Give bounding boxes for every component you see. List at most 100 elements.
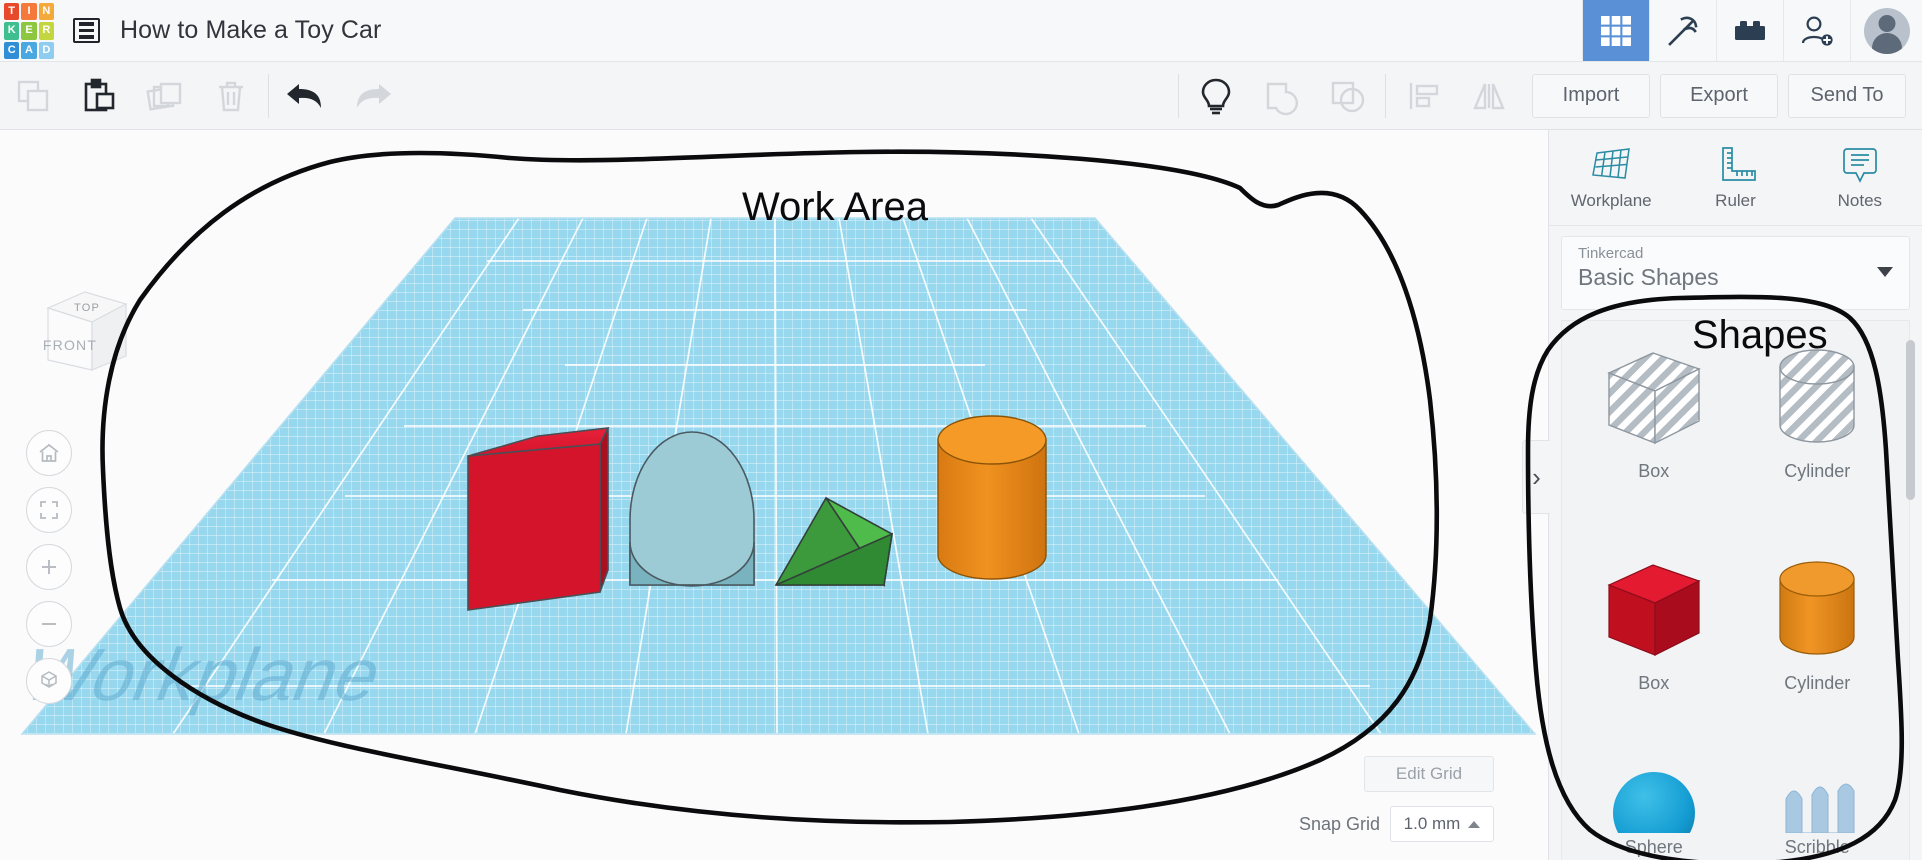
shape-label: Box [1638,461,1670,481]
fit-view-icon [40,501,58,519]
tinkercad-app: TINKERCAD How to Make a Toy Car Import E… [0,0,1922,860]
scribble-thumbnail [1785,783,1855,833]
cylinder-solid-thumbnail [1779,561,1855,655]
shape-label: Sphere [1624,837,1683,857]
shape-label: Box [1638,673,1670,693]
redo-icon[interactable] [339,62,405,130]
snap-grid-value: 1.0 mm [1403,814,1461,833]
ruler-tool[interactable]: Ruler [1673,144,1797,211]
ruler-icon [1722,147,1757,181]
align-glyph [1409,82,1439,109]
orange-cylinder [937,415,1047,580]
main-toolbar: Import Export Send To [0,62,1922,130]
lightbulb-icon[interactable] [1183,62,1249,130]
avatar-image [1863,7,1910,54]
top-bar: TINKERCAD How to Make a Toy Car [0,0,1922,62]
pickaxe-icon[interactable] [1649,0,1716,61]
view-cube-front-label: FRONT [43,337,97,353]
shape-scribble[interactable]: Scribble [1736,763,1900,860]
viewport-nav-buttons [26,430,72,704]
shape-library-selector[interactable]: Tinkercad Basic Shapes [1561,236,1910,310]
ungroup-icon[interactable] [1315,62,1381,130]
logo-tile-i: I [21,3,37,21]
notes-tool-label: Notes [1837,191,1883,210]
plus-icon [42,560,56,574]
brick-icon[interactable] [1716,0,1783,61]
grid-view-glyph [1601,15,1631,46]
duplicate-icon[interactable] [132,62,198,130]
logo-tile-d: D [38,41,54,59]
shape-sphere-solid[interactable]: Sphere [1572,763,1736,860]
cylinder-hole-thumbnail [1779,349,1855,443]
logo-tile-t: T [4,3,20,21]
zoom-in-button[interactable] [26,544,72,590]
paste-glyph [84,78,115,111]
import-button[interactable]: Import [1532,73,1650,118]
group-glyph [1266,82,1298,115]
toolbar-divider [268,73,269,118]
copy-icon[interactable] [0,62,66,130]
paste-icon[interactable] [66,62,132,130]
notes-tool[interactable]: Notes [1798,144,1922,211]
duplicate-glyph [146,82,182,111]
snap-grid-label: Snap Grid [1298,813,1380,834]
chevron-down-icon [1877,267,1893,277]
tinkercad-logo[interactable]: TINKERCAD [0,0,58,62]
shape-label: Cylinder [1784,461,1851,481]
ruler-tool-label: Ruler [1715,191,1756,210]
ortho-perspective-button[interactable] [26,658,72,704]
history-tool-group [273,62,405,130]
mirror-icon[interactable] [1456,62,1522,130]
edit-grid-button[interactable]: Edit Grid [1364,756,1494,792]
caret-up-icon [1468,820,1481,828]
shape-cylinder-hole[interactable]: Cylinder [1736,339,1900,545]
home-view-button[interactable] [26,430,72,476]
ungroup-glyph [1331,81,1365,112]
box-solid-thumbnail [1607,564,1701,656]
shape-box-solid[interactable]: Box [1572,551,1736,757]
send-to-button[interactable]: Send To [1788,73,1906,118]
group-icon[interactable] [1249,62,1315,130]
copy-glyph [17,80,49,111]
snap-grid-select[interactable]: 1.0 mm [1390,806,1494,842]
pickaxe-glyph [1668,16,1698,46]
add-user-glyph [1801,15,1833,46]
logo-tile-r: R [38,22,54,40]
add-user-icon[interactable] [1783,0,1850,61]
chevron-right-icon: › [1532,462,1541,492]
zoom-out-button[interactable] [26,601,72,647]
align-tool-group [1390,62,1522,130]
top-icon-group [1582,0,1922,61]
panel-tool-row: Workplane Ruler Notes [1549,130,1922,226]
workplane-tool[interactable]: Workplane [1549,144,1673,211]
export-button[interactable]: Export [1660,73,1778,118]
workplane-grid-icon [1592,148,1631,179]
undo-icon[interactable] [273,62,339,130]
right-panel: › Workplane Ruler Notes Tinkercad Basic … [1522,130,1922,860]
library-name-label: Basic Shapes [1578,264,1719,290]
shapes-grid: Box Cylinder Box Cylinder Sphere Scribbl… [1562,321,1909,860]
snap-grid-control: Snap Grid 1.0 mm [1299,806,1494,842]
logo-tile-e: E [21,22,37,40]
panel-collapse-button[interactable]: › [1522,440,1550,514]
logo-tile-k: K [4,22,20,40]
shape-cylinder-solid[interactable]: Cylinder [1736,551,1900,757]
list-menu-icon[interactable] [58,0,114,61]
minus-icon [42,623,56,625]
user-avatar[interactable] [1850,0,1922,61]
fit-to-view-button[interactable] [26,487,72,533]
view-cube[interactable]: TOP FRONT [30,278,140,378]
delete-icon[interactable] [198,62,264,130]
page-title: How to Make a Toy Car [120,16,382,44]
list-menu-glyph [72,18,100,43]
shape-label: Cylinder [1784,673,1851,693]
align-icon[interactable] [1390,62,1456,130]
shape-box-hole[interactable]: Box [1572,339,1736,545]
brick-glyph [1735,20,1765,40]
grid-view-icon[interactable] [1582,0,1649,61]
view-cube-top-label: TOP [74,302,100,314]
shapes-list[interactable]: Box Cylinder Box Cylinder Sphere Scribbl… [1561,320,1910,860]
shapes-scrollbar[interactable] [1906,340,1915,500]
3d-viewport[interactable]: Workplane TOP FRONT Edit Grid Snap Grid … [0,130,1548,860]
